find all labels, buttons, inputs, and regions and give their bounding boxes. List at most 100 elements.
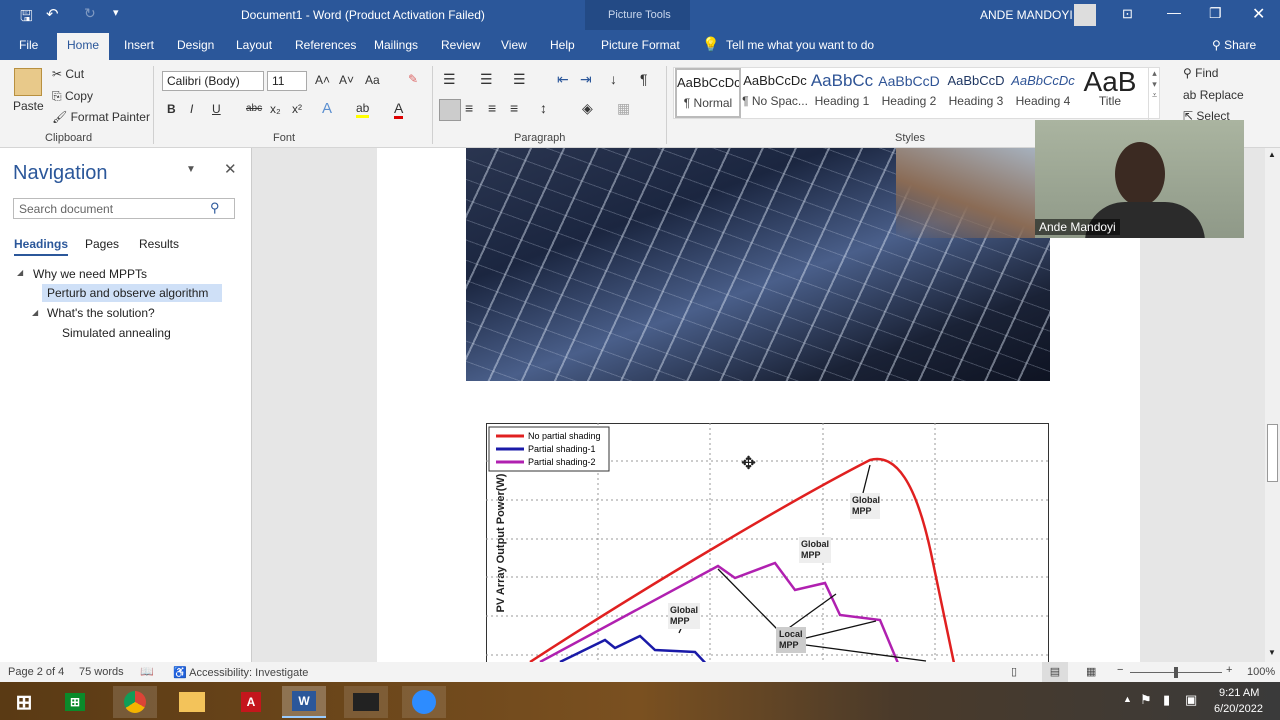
tab-review[interactable]: Review <box>441 38 480 52</box>
read-mode-icon[interactable]: ▯ <box>1011 665 1017 678</box>
pv-power-chart-image[interactable]: No partial shading Partial shading-1 Parti… <box>486 423 1049 663</box>
acrobat-icon[interactable]: A <box>240 692 262 712</box>
align-center-icon[interactable]: ≡ <box>465 100 473 116</box>
zoom-slider-thumb[interactable] <box>1174 667 1178 678</box>
terminal-icon[interactable] <box>353 693 379 711</box>
multilevel-list-icon[interactable]: ☰ <box>513 71 526 88</box>
justify-icon[interactable]: ≡ <box>510 100 518 116</box>
tab-home[interactable]: Home <box>57 33 110 60</box>
clear-formatting-icon[interactable]: ✎ <box>408 72 418 86</box>
subscript-button[interactable]: x₂ <box>270 102 281 116</box>
tab-references[interactable]: References <box>295 38 356 52</box>
clock-time[interactable]: 9:21 AM <box>1219 687 1259 699</box>
heading-item[interactable]: Simulated annealing <box>62 326 171 340</box>
tab-view[interactable]: View <box>501 38 527 52</box>
ribbon-display-icon[interactable]: ⊡ <box>1122 6 1133 22</box>
tab-pages[interactable]: Pages <box>85 237 119 251</box>
style-normal[interactable]: AaBbCcDc ¶ Normal <box>675 68 741 118</box>
share-button[interactable]: ⚲ Share <box>1212 38 1256 52</box>
print-layout-icon[interactable]: ▤ <box>1042 662 1068 682</box>
style-heading-4[interactable]: AaBbCcDc Heading 4 <box>1010 68 1076 108</box>
heading-item[interactable]: What's the solution? <box>47 306 155 320</box>
file-explorer-icon[interactable] <box>179 692 205 712</box>
line-spacing-icon[interactable]: ↕ <box>540 100 547 116</box>
copy-button[interactable]: ⎘ Copy <box>52 89 93 104</box>
solar-panel-image[interactable] <box>466 148 1050 381</box>
undo-icon[interactable]: ↶ <box>46 5 59 23</box>
proofing-icon[interactable]: 📖 <box>140 665 154 678</box>
find-button[interactable]: ⚲ Find <box>1183 66 1218 80</box>
italic-button[interactable]: I <box>190 102 193 116</box>
zoom-in-button[interactable]: + <box>1226 664 1232 676</box>
strikethrough-button[interactable]: abc <box>246 103 262 114</box>
zoom-app-icon[interactable] <box>412 690 436 714</box>
cut-button[interactable]: ✂ Cut <box>52 67 84 81</box>
minimize-icon[interactable]: — <box>1167 4 1181 20</box>
numbering-icon[interactable]: ☰ <box>480 71 493 88</box>
clock-date[interactable]: 6/20/2022 <box>1214 703 1263 715</box>
tab-insert[interactable]: Insert <box>124 38 154 52</box>
show-hidden-icons[interactable]: ▲ <box>1123 694 1132 704</box>
close-pane-icon[interactable]: ✕ <box>224 160 237 178</box>
collapse-icon[interactable]: ◢ <box>17 268 23 277</box>
change-case-button[interactable]: Aa <box>365 73 380 87</box>
avatar[interactable] <box>1074 4 1096 26</box>
scroll-up-icon[interactable]: ▲ <box>1268 150 1276 159</box>
zoom-out-button[interactable]: − <box>1117 664 1123 676</box>
tab-help[interactable]: Help <box>550 38 575 52</box>
zoom-level[interactable]: 100% <box>1247 666 1275 678</box>
network-icon[interactable]: ▣ <box>1185 692 1197 708</box>
tab-design[interactable]: Design <box>177 38 214 52</box>
format-painter-button[interactable]: 🖌 Format Painter <box>52 110 150 124</box>
increase-indent-icon[interactable]: ⇥ <box>580 71 592 88</box>
style-heading-3[interactable]: AaBbCcD Heading 3 <box>943 68 1009 108</box>
sort-icon[interactable]: ↓ <box>610 71 617 87</box>
shading-icon[interactable]: ◈ <box>582 100 593 117</box>
search-icon[interactable]: ⚲ <box>210 200 220 216</box>
user-name[interactable]: ANDE MANDOYI <box>980 8 1073 22</box>
scroll-thumb[interactable] <box>1267 424 1278 482</box>
tab-layout[interactable]: Layout <box>236 38 272 52</box>
bold-button[interactable]: B <box>167 102 176 116</box>
restore-icon[interactable]: ❐ <box>1209 5 1222 22</box>
tell-me-search[interactable]: Tell me what you want to do <box>726 38 874 52</box>
accessibility-button[interactable]: ♿ Accessibility: Investigate <box>173 666 308 679</box>
search-document-input[interactable]: Search document ⚲ <box>13 198 235 219</box>
align-right-icon[interactable]: ≡ <box>488 100 496 116</box>
style-no-spacing[interactable]: AaBbCcDc ¶ No Spac... <box>742 68 808 108</box>
style-title[interactable]: AaB Title <box>1077 68 1143 108</box>
grow-font-button[interactable]: A˄ <box>315 73 330 87</box>
font-name-dropdown[interactable]: Calibri (Body) <box>162 71 264 91</box>
tab-file[interactable]: File <box>19 38 38 52</box>
page-count[interactable]: Page 2 of 4 <box>8 666 64 678</box>
customize-qat-icon[interactable]: ▾ <box>113 6 119 19</box>
underline-button[interactable]: U <box>212 102 221 116</box>
shrink-font-button[interactable]: A˅ <box>339 73 354 87</box>
styles-scroll[interactable]: ▴ ▾ ⩡ <box>1148 68 1160 120</box>
vertical-scrollbar[interactable]: ▲ ▼ <box>1265 148 1280 662</box>
bullets-icon[interactable]: ☰ <box>443 71 456 88</box>
paste-icon[interactable] <box>14 68 42 96</box>
close-icon[interactable]: ✕ <box>1252 4 1265 24</box>
scroll-down-icon[interactable]: ▼ <box>1268 648 1276 657</box>
collapse-icon[interactable]: ◢ <box>32 308 38 317</box>
tab-results[interactable]: Results <box>139 237 179 251</box>
font-color-icon[interactable]: A <box>394 100 404 119</box>
replace-button[interactable]: ab Replace <box>1183 88 1244 102</box>
tab-picture-format[interactable]: Picture Format <box>601 38 680 52</box>
borders-icon[interactable]: ▦ <box>617 100 630 117</box>
tab-headings[interactable]: Headings <box>14 237 69 256</box>
font-size-dropdown[interactable]: 11 <box>267 71 307 91</box>
heading-item-selected[interactable]: Perturb and observe algorithm <box>42 284 222 302</box>
redo-icon[interactable]: ↻ <box>84 5 96 22</box>
save-icon[interactable]: 🖫 <box>20 6 33 31</box>
chrome-icon[interactable] <box>124 691 146 713</box>
action-center-flag-icon[interactable]: ⚑ <box>1140 692 1152 708</box>
show-formatting-button[interactable]: ¶ <box>640 71 648 87</box>
align-left-button[interactable] <box>439 99 461 121</box>
highlight-icon[interactable]: ab <box>356 101 370 118</box>
pane-options-icon[interactable]: ▼ <box>186 164 196 175</box>
tab-mailings[interactable]: Mailings <box>374 38 418 52</box>
decrease-indent-icon[interactable]: ⇤ <box>557 71 569 88</box>
style-heading-1[interactable]: AaBbCc Heading 1 <box>809 68 875 108</box>
